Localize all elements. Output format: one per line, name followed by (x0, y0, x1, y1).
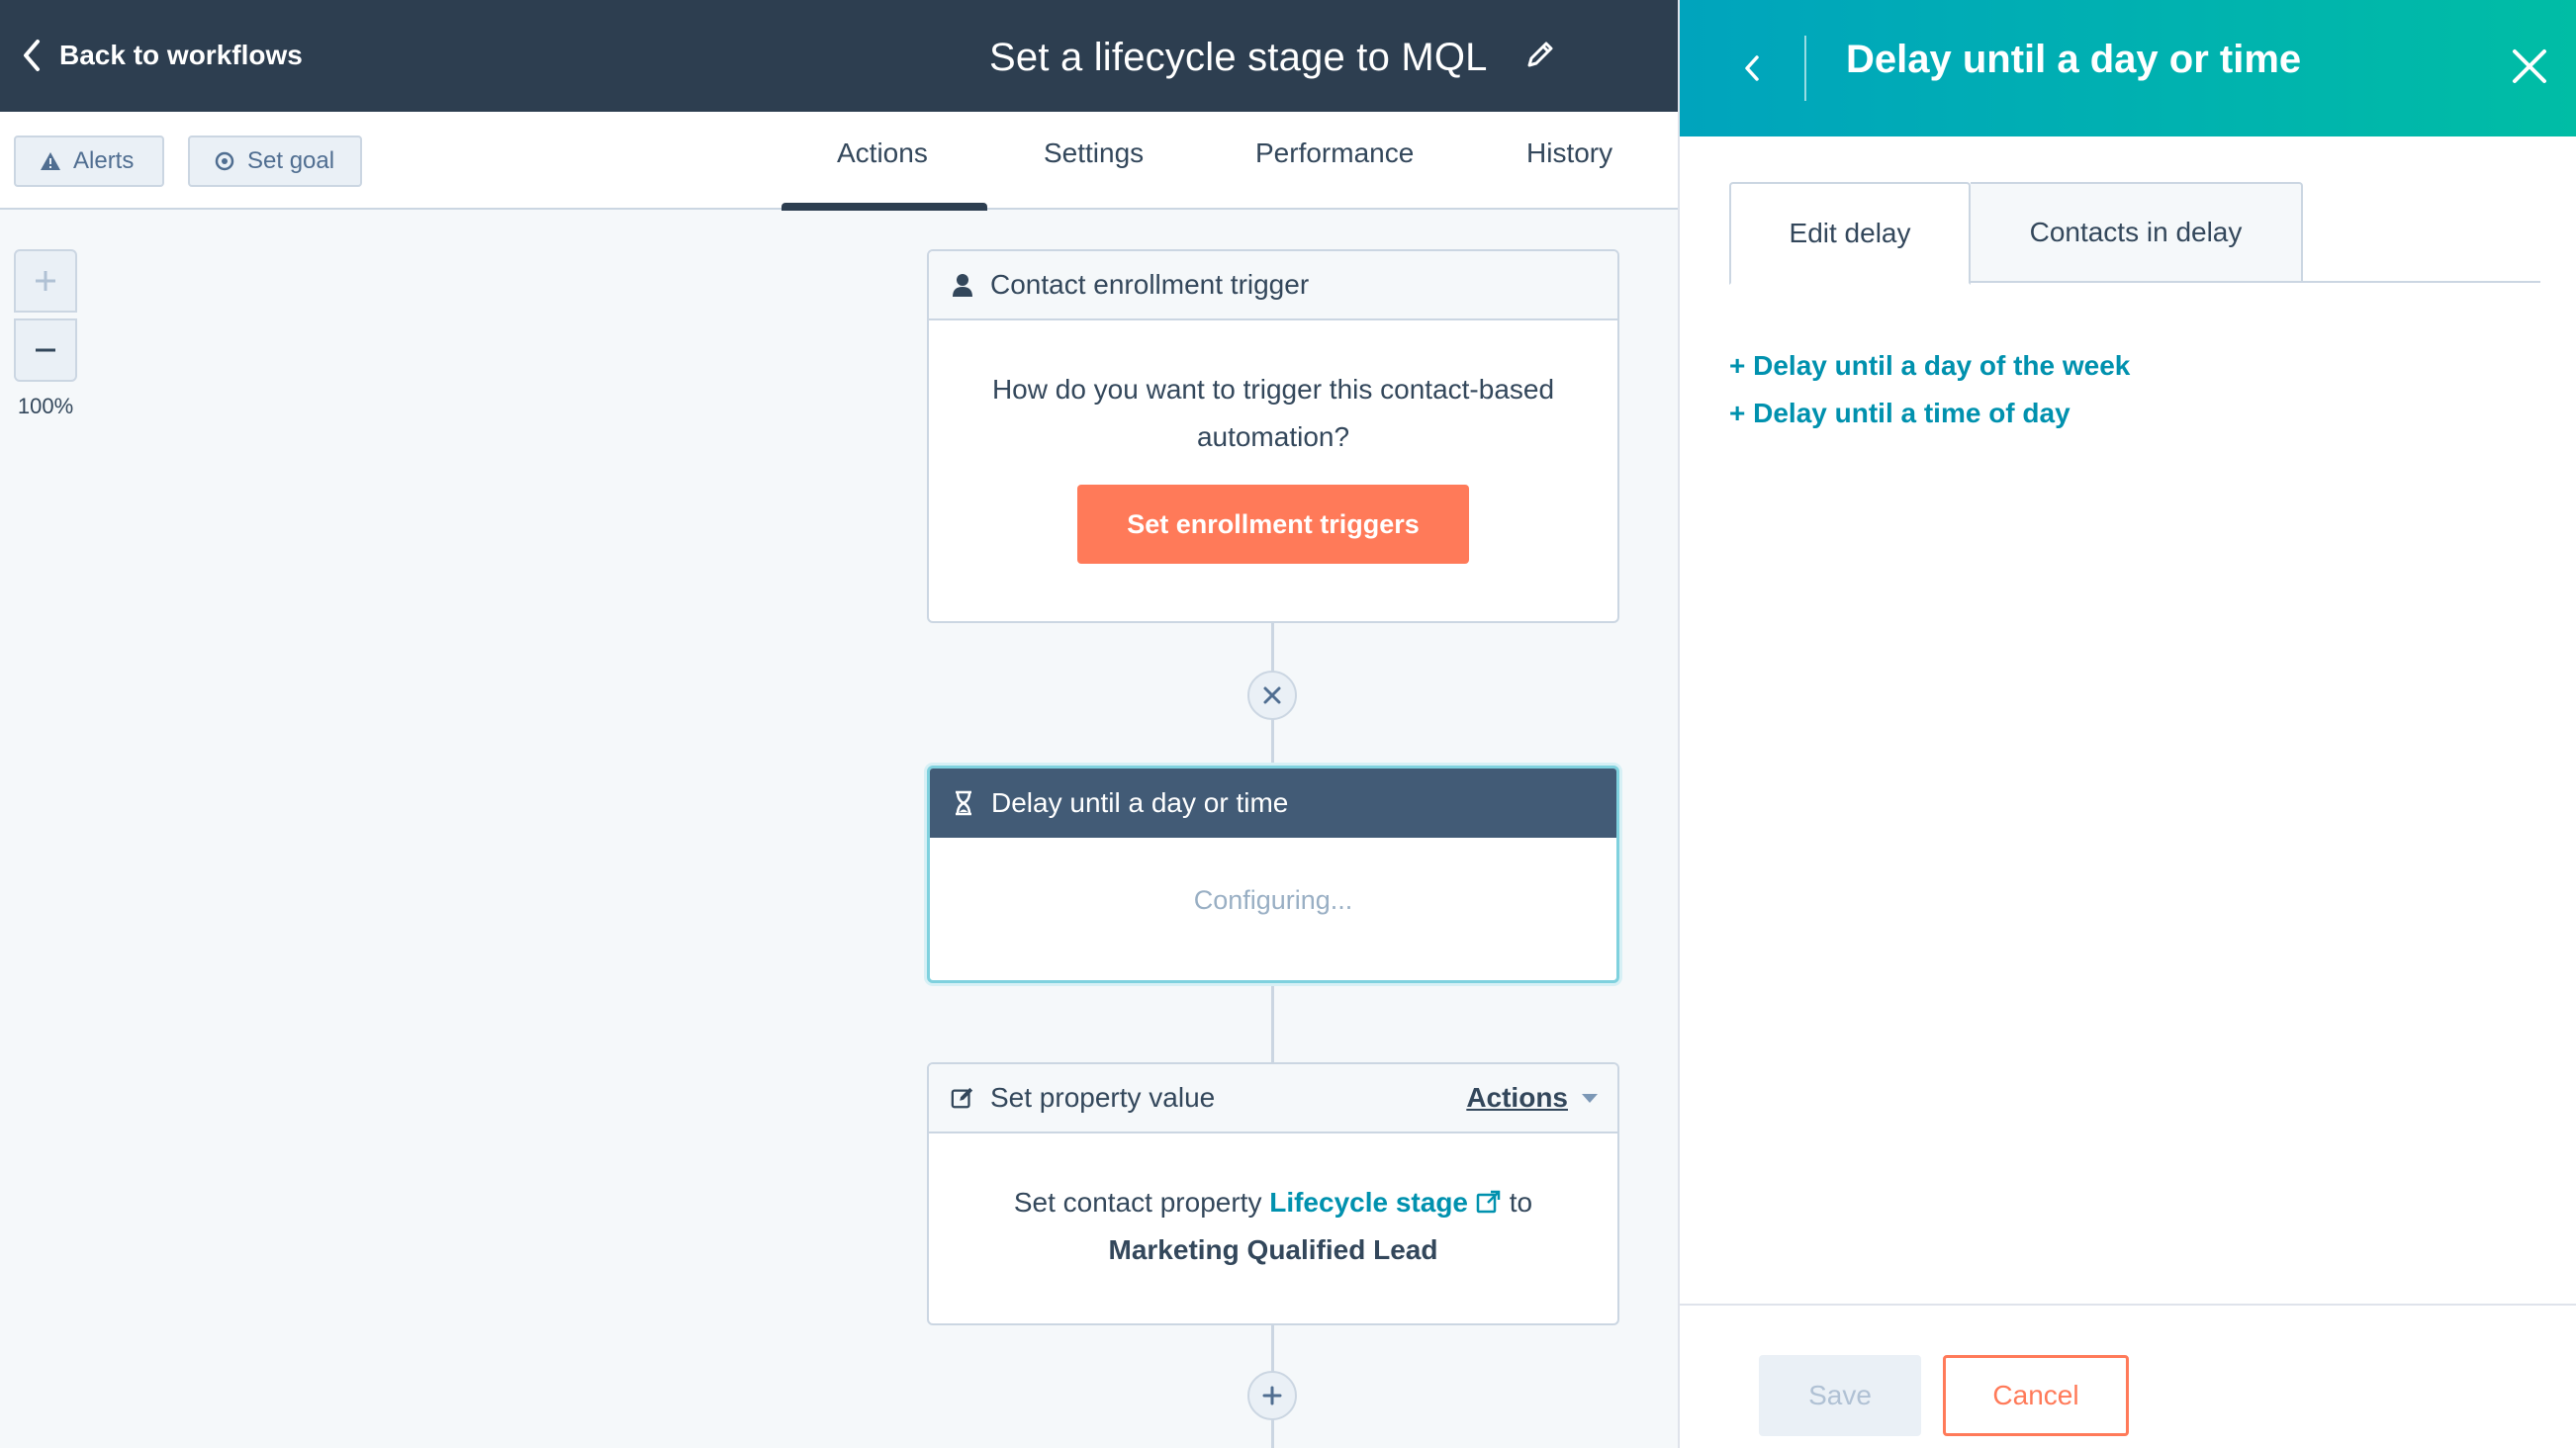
set-property-card[interactable]: Set property value Actions Set contact p… (927, 1062, 1619, 1325)
pencil-icon[interactable] (1523, 38, 1557, 71)
card-header: Contact enrollment trigger (929, 251, 1617, 320)
panel-tabs: Edit delay Contacts in delay (1729, 182, 2540, 285)
tab-contacts-in-delay[interactable]: Contacts in delay (1971, 182, 2303, 283)
panel-footer: Save Cancel (1680, 1304, 2576, 1448)
back-to-workflows-link[interactable]: Back to workflows (20, 32, 303, 79)
save-button[interactable]: Save (1759, 1355, 1921, 1436)
zoom-in-button[interactable] (14, 249, 77, 313)
header-divider (1804, 36, 1806, 101)
delay-time-of-day-link[interactable]: + Delay until a time of day (1729, 398, 2070, 429)
sentence-to: to (1509, 1187, 1533, 1218)
sentence-prefix: Set contact property (1013, 1187, 1262, 1218)
card-title: Set property value (990, 1082, 1216, 1113)
warning-icon (41, 152, 60, 170)
enrollment-trigger-card[interactable]: Contact enrollment trigger How do you wa… (927, 249, 1619, 623)
property-value: Marketing Qualified Lead (1108, 1234, 1438, 1265)
delay-day-of-week-link[interactable]: + Delay until a day of the week (1729, 350, 2130, 382)
zoom-out-button[interactable] (14, 318, 77, 382)
active-tab-indicator (782, 203, 987, 211)
target-icon (215, 151, 234, 171)
workflow-header: Back to workflows Set a lifecycle stage … (0, 0, 1678, 112)
actions-dropdown[interactable]: Actions (1466, 1064, 1598, 1131)
panel-title: Delay until a day or time (1846, 38, 2302, 81)
set-goal-button[interactable]: Set goal (188, 136, 362, 187)
card-header: Set property value Actions (929, 1064, 1617, 1133)
tab-actions[interactable]: Actions (837, 137, 928, 181)
alerts-button[interactable]: Alerts (14, 136, 164, 187)
chevron-left-icon (24, 40, 40, 71)
actions-label: Actions (1466, 1082, 1568, 1113)
tab-settings[interactable]: Settings (1044, 137, 1144, 181)
delay-settings-panel: Delay until a day or time Edit delay Con… (1678, 0, 2576, 1448)
caret-down-icon (1582, 1093, 1598, 1103)
trigger-question: How do you want to trigger this contact-… (991, 374, 1555, 452)
card-header: Delay until a day or time (930, 769, 1616, 838)
contact-icon (953, 274, 972, 297)
delay-card[interactable]: Delay until a day or time Configuring... (927, 766, 1619, 983)
add-step-button[interactable] (1247, 1371, 1297, 1420)
card-title: Contact enrollment trigger (990, 269, 1310, 300)
link-label: Lifecycle stage (1269, 1187, 1468, 1218)
workflow-title: Set a lifecycle stage to MQL (989, 35, 1488, 79)
zoom-level: 100% (17, 394, 74, 418)
plus-icon (1262, 1386, 1282, 1405)
chevron-left-icon[interactable] (1731, 44, 1775, 93)
connector-line (1271, 983, 1274, 1062)
tab-history[interactable]: History (1526, 137, 1612, 181)
alerts-label: Alerts (73, 147, 135, 174)
workflow-toolbar: Alerts Set goal Actions Settings Perform… (0, 112, 1678, 211)
cancel-button[interactable]: Cancel (1943, 1355, 2129, 1436)
close-icon[interactable] (2505, 42, 2554, 91)
property-sentence: Set contact property Lifecycle stage to (929, 1179, 1617, 1226)
tab-performance[interactable]: Performance (1255, 137, 1414, 181)
minus-icon (36, 348, 55, 352)
tab-edit-delay[interactable]: Edit delay (1729, 182, 1971, 285)
configuring-status: Configuring... (1193, 885, 1353, 915)
back-label: Back to workflows (59, 40, 303, 70)
set-goal-label: Set goal (247, 147, 335, 174)
set-enrollment-triggers-button[interactable]: Set enrollment triggers (1077, 485, 1469, 564)
card-title: Delay until a day or time (991, 787, 1289, 818)
hourglass-icon (956, 790, 971, 816)
panel-header: Delay until a day or time (1680, 0, 2576, 136)
external-link-icon (1476, 1190, 1501, 1214)
remove-step-button[interactable] (1247, 671, 1297, 720)
plus-icon (36, 271, 55, 291)
close-icon (1263, 686, 1281, 704)
lifecycle-stage-link[interactable]: Lifecycle stage (1269, 1187, 1502, 1218)
edit-icon (951, 1087, 973, 1109)
